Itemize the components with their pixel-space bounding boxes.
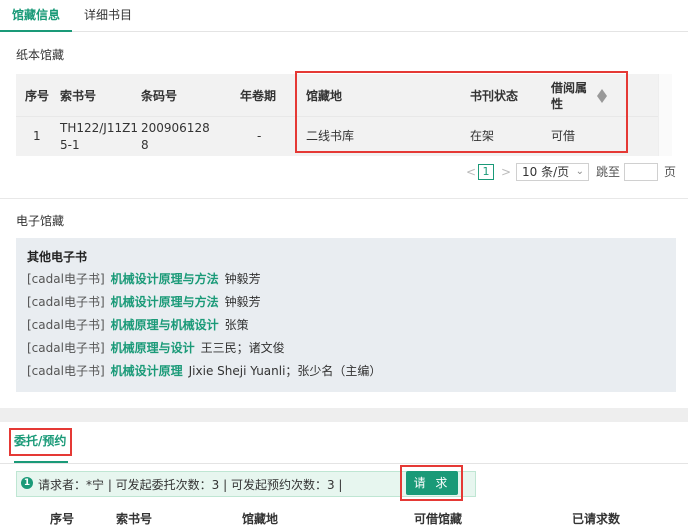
info-icon: 1 xyxy=(21,477,33,489)
row-volume: - xyxy=(257,129,262,143)
ebook-title-link[interactable]: 机械设计原理与方法 xyxy=(111,272,219,286)
col-call-number: 索书号 xyxy=(60,89,97,103)
row-barcode-line2: 8 xyxy=(141,138,149,152)
highlight-box-request-tab xyxy=(9,428,72,456)
req-col-call-number: 索书号 xyxy=(116,512,153,526)
ebook-author: Jixie Sheji Yuanli；张少名（主编） xyxy=(188,364,382,378)
req-col-available: 可借馆藏 xyxy=(414,512,463,526)
page-number-current[interactable]: 1 xyxy=(478,164,494,180)
table-scrollbar[interactable] xyxy=(658,74,672,156)
ebook-author: 钟毅芳 xyxy=(224,295,261,309)
row-index: 1 xyxy=(33,129,41,143)
ebook-source: [cadal电子书] xyxy=(27,364,105,378)
page-size-value: 10 条/页 xyxy=(522,165,570,179)
list-item: [cadal电子书] 机械设计原理 Jixie Sheji Yuanli；张少名（主… xyxy=(27,363,381,379)
request-notice-text: 请求者：*宁 | 可发起委托次数：3 | 可发起预约次数：3 | xyxy=(38,478,343,492)
list-item: [cadal电子书] 机械设计原理与方法 钟毅芳 xyxy=(27,294,261,310)
page-suffix: 页 xyxy=(664,165,677,179)
tab-bibliography[interactable]: 详细书目 xyxy=(84,0,132,32)
request-tab-divider xyxy=(0,463,688,464)
ebook-author: 王三民；诸文俊 xyxy=(200,341,285,355)
row-barcode-line1: 200906128 xyxy=(141,121,210,135)
req-col-requested: 已请求数 xyxy=(572,512,621,526)
page-size-select[interactable]: 10 条/页 ⌄ xyxy=(516,163,589,181)
ebook-box-title: 其他电子书 xyxy=(27,250,88,264)
ebook-source: [cadal电子书] xyxy=(27,272,105,286)
ebook-source: [cadal电子书] xyxy=(27,295,105,309)
chevron-down-icon: ⌄ xyxy=(575,166,584,177)
ebook-title-link[interactable]: 机械原理与设计 xyxy=(111,341,195,355)
section-divider xyxy=(0,198,688,199)
row-call-number-line1: TH122/J11Z1 xyxy=(60,121,138,135)
highlight-box-request-button xyxy=(400,465,463,501)
ebook-author: 张策 xyxy=(224,318,249,332)
print-holdings-title: 纸本馆藏 xyxy=(16,48,65,62)
col-barcode: 条码号 xyxy=(141,89,178,103)
req-col-location: 馆藏地 xyxy=(242,512,279,526)
ebook-source: [cadal电子书] xyxy=(27,341,105,355)
list-item: [cadal电子书] 机械原理与机械设计 张策 xyxy=(27,317,249,333)
ebook-author: 钟毅芳 xyxy=(224,272,261,286)
ebook-title-link[interactable]: 机械原理与机械设计 xyxy=(111,318,219,332)
req-col-index: 序号 xyxy=(50,512,75,526)
tab-bar: 馆藏信息 详细书目 xyxy=(0,0,688,32)
col-index: 序号 xyxy=(25,89,50,103)
ebook-title-link[interactable]: 机械设计原理 xyxy=(111,364,183,378)
highlight-box-holdings xyxy=(295,71,628,153)
next-page-icon[interactable]: > xyxy=(501,165,511,179)
row-call-number-line2: 5-1 xyxy=(60,138,80,152)
ebook-title-link[interactable]: 机械设计原理与方法 xyxy=(111,295,219,309)
jump-label: 跳至 xyxy=(596,165,621,179)
col-volume: 年卷期 xyxy=(240,89,277,103)
ebook-source: [cadal电子书] xyxy=(27,318,105,332)
list-item: [cadal电子书] 机械原理与设计 王三民；诸文俊 xyxy=(27,340,285,356)
prev-page-icon[interactable]: < xyxy=(466,165,476,179)
ebook-section-title: 电子馆藏 xyxy=(16,214,65,228)
section-separator-band xyxy=(0,408,688,422)
list-item: [cadal电子书] 机械设计原理与方法 钟毅芳 xyxy=(27,271,261,287)
jump-page-input[interactable] xyxy=(624,163,658,181)
tab-holdings[interactable]: 馆藏信息 xyxy=(0,0,72,32)
